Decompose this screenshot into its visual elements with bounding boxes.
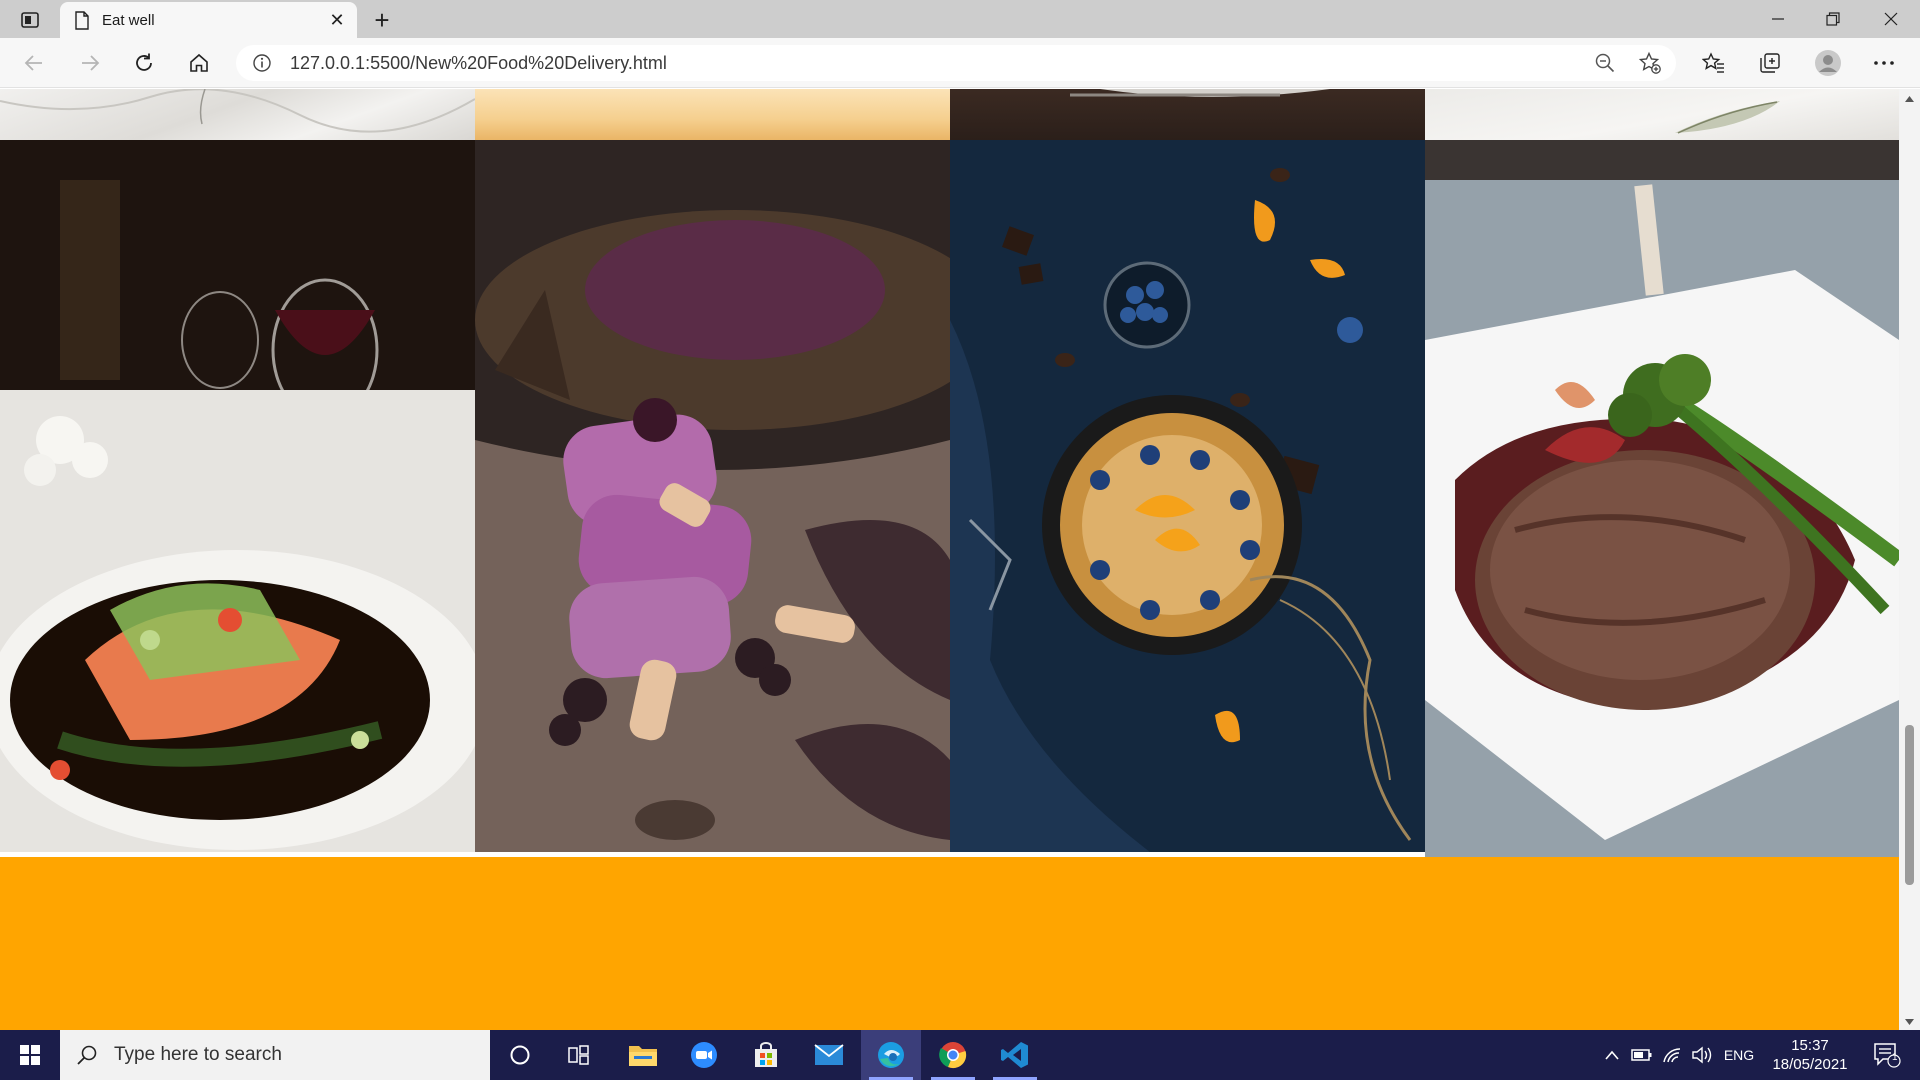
taskbar-search-box[interactable]: Type here to search bbox=[60, 1030, 490, 1080]
cortana-icon bbox=[510, 1045, 530, 1065]
forward-button[interactable] bbox=[72, 46, 108, 80]
vscode-icon bbox=[1001, 1042, 1028, 1068]
page-icon bbox=[75, 10, 89, 30]
settings-menu-button[interactable] bbox=[1866, 46, 1902, 80]
steak-illustration bbox=[1425, 140, 1899, 857]
dark-plate-image bbox=[950, 89, 1425, 140]
battery-icon bbox=[1631, 1049, 1652, 1061]
store-button[interactable] bbox=[736, 1030, 796, 1080]
clock-date: 18/05/2021 bbox=[1772, 1056, 1848, 1073]
mail-icon bbox=[814, 1044, 844, 1065]
address-bar[interactable]: 127.0.0.1:5500/New%20Food%20Delivery.htm… bbox=[236, 45, 1676, 81]
home-button[interactable] bbox=[181, 46, 217, 80]
notification-center-button[interactable]: 1 bbox=[1862, 1030, 1912, 1080]
url-text[interactable]: 127.0.0.1:5500/New%20Food%20Delivery.htm… bbox=[290, 53, 667, 74]
chrome-icon bbox=[939, 1042, 967, 1069]
peach-background-image bbox=[475, 89, 950, 140]
input-language[interactable]: ENG bbox=[1718, 1030, 1760, 1080]
mail-button[interactable] bbox=[799, 1030, 859, 1080]
file-explorer-button[interactable] bbox=[613, 1030, 673, 1080]
vscode-button[interactable] bbox=[985, 1030, 1045, 1080]
scroll-down-arrow-icon[interactable] bbox=[1904, 1018, 1915, 1026]
salmon-dish-illustration bbox=[0, 140, 475, 852]
browser-tab-bar: Eat well ✕ + bbox=[0, 0, 1920, 38]
tab-actions-menu[interactable] bbox=[12, 7, 48, 33]
browser-toolbar: 127.0.0.1:5500/New%20Food%20Delivery.htm… bbox=[0, 38, 1920, 88]
plate-edge bbox=[1070, 89, 1330, 97]
new-tab-button[interactable]: + bbox=[366, 4, 398, 36]
marble-table-image bbox=[0, 89, 475, 140]
back-arrow-icon bbox=[24, 55, 42, 71]
chrome-button[interactable] bbox=[923, 1030, 983, 1080]
marble-vein bbox=[0, 89, 475, 133]
taskbar-clock[interactable]: 15:37 18/05/2021 bbox=[1764, 1036, 1856, 1074]
favorites-icon bbox=[1702, 52, 1724, 73]
windows-logo-icon bbox=[20, 1045, 40, 1065]
close-tab-button[interactable]: ✕ bbox=[323, 6, 351, 34]
notification-count-badge: 1 bbox=[1892, 1052, 1898, 1063]
tab-actions-icon bbox=[21, 12, 39, 28]
file-explorer-icon bbox=[629, 1046, 657, 1066]
chevron-up-icon bbox=[1605, 1050, 1619, 1060]
search-icon bbox=[77, 1045, 97, 1065]
steak-plate-image bbox=[1425, 140, 1899, 857]
pancake-illustration bbox=[950, 140, 1425, 852]
volume-button[interactable] bbox=[1688, 1030, 1716, 1080]
zoom-out-icon[interactable] bbox=[1594, 52, 1616, 74]
restore-button[interactable] bbox=[1806, 0, 1860, 38]
restore-icon bbox=[1826, 12, 1840, 26]
collections-icon bbox=[1760, 53, 1780, 73]
refresh-icon bbox=[136, 53, 152, 71]
profile-button[interactable] bbox=[1810, 46, 1846, 80]
light-marble-image bbox=[1425, 89, 1899, 140]
forward-arrow-icon bbox=[82, 55, 100, 71]
network-button[interactable] bbox=[1658, 1030, 1686, 1080]
task-view-icon bbox=[568, 1045, 589, 1065]
zoom-icon bbox=[691, 1042, 717, 1068]
scrollbar-thumb[interactable] bbox=[1905, 725, 1914, 885]
popsicles-illustration bbox=[475, 140, 950, 852]
edge-icon bbox=[878, 1042, 904, 1068]
info-icon[interactable] bbox=[252, 53, 272, 73]
leaf-shape bbox=[1675, 101, 1780, 134]
pancake-skillet-image bbox=[950, 140, 1425, 852]
home-icon bbox=[190, 53, 208, 72]
avatar-icon bbox=[1815, 50, 1841, 76]
page-scrollbar[interactable] bbox=[1899, 89, 1920, 1030]
more-options-icon bbox=[1874, 61, 1894, 65]
clock-time: 15:37 bbox=[1791, 1037, 1829, 1054]
scroll-up-arrow-icon[interactable] bbox=[1904, 95, 1915, 103]
store-icon bbox=[755, 1042, 777, 1067]
orange-footer-section bbox=[0, 857, 1899, 1030]
minimize-button[interactable] bbox=[1751, 0, 1805, 38]
page-viewport bbox=[0, 89, 1920, 1030]
favorites-button[interactable] bbox=[1696, 46, 1732, 80]
zoom-app-button[interactable] bbox=[674, 1030, 734, 1080]
speaker-icon bbox=[1692, 1046, 1712, 1064]
salmon-dish-image bbox=[0, 140, 475, 852]
close-window-button[interactable] bbox=[1864, 0, 1918, 38]
show-hidden-icons-button[interactable] bbox=[1598, 1030, 1626, 1080]
back-button[interactable] bbox=[16, 46, 52, 80]
collections-button[interactable] bbox=[1752, 46, 1788, 80]
wifi-icon bbox=[1663, 1048, 1681, 1063]
edge-button[interactable] bbox=[861, 1030, 921, 1080]
windows-taskbar: Type here to search ENG 15:37 18/05/2021… bbox=[0, 1030, 1920, 1080]
tab-eat-well[interactable]: Eat well ✕ bbox=[60, 2, 357, 38]
tab-title: Eat well bbox=[102, 11, 155, 29]
search-placeholder: Type here to search bbox=[114, 1044, 282, 1065]
refresh-button[interactable] bbox=[126, 46, 162, 80]
start-button[interactable] bbox=[0, 1030, 60, 1080]
task-view-button[interactable] bbox=[550, 1030, 610, 1080]
close-icon bbox=[1884, 12, 1898, 26]
berry-popsicles-image bbox=[475, 140, 950, 852]
minimize-icon bbox=[1772, 18, 1784, 20]
battery-button[interactable] bbox=[1628, 1030, 1656, 1080]
add-favorite-icon[interactable] bbox=[1638, 51, 1662, 75]
cortana-button[interactable] bbox=[490, 1030, 550, 1080]
